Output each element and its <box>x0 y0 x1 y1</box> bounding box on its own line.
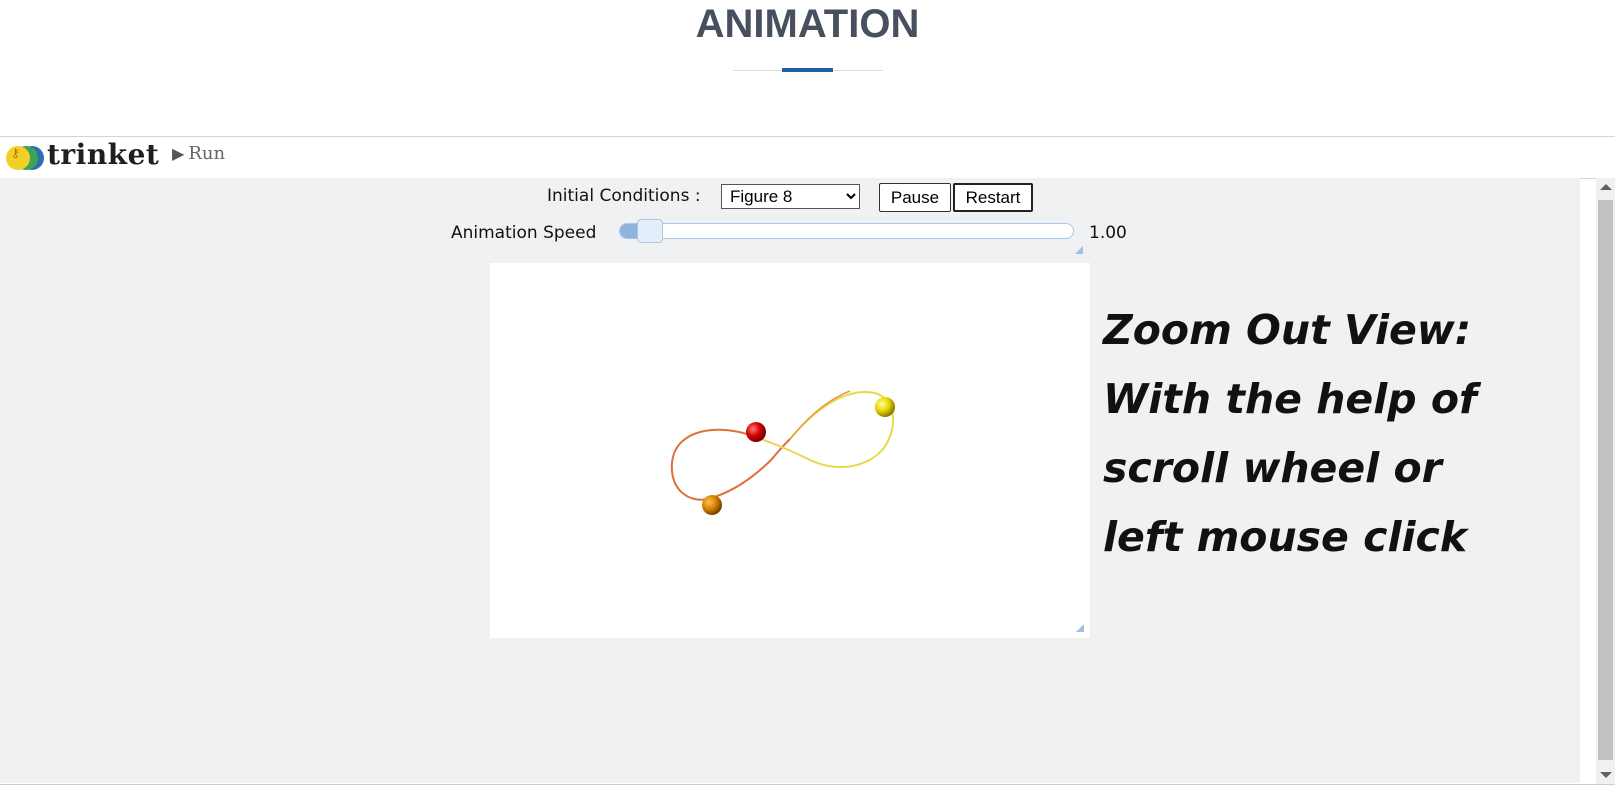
slider-handle[interactable] <box>637 219 664 243</box>
red-ball <box>746 422 766 442</box>
trinket-toolbar: ⚷ trinket ▶ Run <box>0 136 1615 179</box>
resize-grip[interactable] <box>1075 246 1083 254</box>
restart-button[interactable]: Restart <box>953 183 1033 212</box>
note-line: left mouse click <box>1103 513 1468 561</box>
vertical-scrollbar[interactable] <box>1596 178 1615 784</box>
key-icon: ⚷ <box>11 146 20 160</box>
trinket-logo-text: trinket <box>47 138 160 171</box>
scroll-down-arrow-icon[interactable] <box>1600 772 1612 778</box>
animation-speed-value: 1.00 <box>1089 223 1127 243</box>
scroll-thumb[interactable] <box>1598 200 1613 760</box>
note-line: Zoom Out View: <box>1103 306 1472 354</box>
animation-canvas[interactable] <box>490 263 1090 638</box>
animation-speed-slider[interactable] <box>619 219 1074 243</box>
run-button[interactable]: ▶ Run <box>172 143 225 164</box>
note-line: scroll wheel or <box>1103 444 1442 492</box>
orbit-trail-left <box>670 428 791 501</box>
yellow-ball <box>875 397 895 417</box>
orange-ball <box>702 495 722 515</box>
trinket-logo-icon: ⚷ <box>6 146 46 170</box>
pause-button[interactable]: Pause <box>879 183 951 212</box>
zoom-instructions-note: Zoom Out View: With the help of scroll w… <box>1103 296 1563 572</box>
animation-speed-label: Animation Speed <box>451 223 597 243</box>
title-accent-bar <box>782 68 833 72</box>
run-label: Run <box>188 143 226 164</box>
orbit-trail-right <box>755 391 894 469</box>
initial-conditions-label: Initial Conditions : <box>547 186 701 206</box>
canvas-resize-grip[interactable] <box>1076 624 1084 632</box>
trinket-output-area: Initial Conditions : Figure 8 Pause Rest… <box>0 178 1580 783</box>
play-icon: ▶ <box>172 144 185 163</box>
page-title: ANIMATION <box>695 2 920 46</box>
note-line: With the help of <box>1103 375 1477 423</box>
three-body-scene <box>670 390 895 515</box>
bottom-divider <box>0 784 1615 785</box>
initial-conditions-select[interactable]: Figure 8 <box>721 184 860 209</box>
scroll-up-arrow-icon[interactable] <box>1600 184 1612 190</box>
